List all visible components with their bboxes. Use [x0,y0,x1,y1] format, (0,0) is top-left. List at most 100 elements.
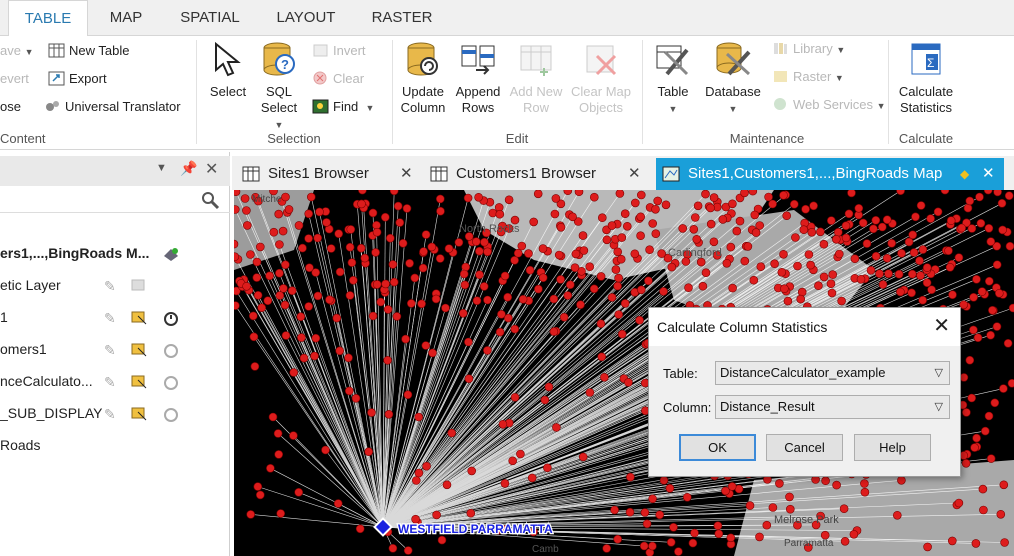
customer-point[interactable] [431,294,441,304]
customer-point[interactable] [563,291,573,300]
customer-point[interactable] [806,260,815,270]
customer-point[interactable] [984,223,994,233]
customer-point[interactable] [722,259,732,268]
customer-point[interactable] [550,209,560,219]
customer-point[interactable] [667,262,677,272]
customer-point[interactable] [389,277,399,287]
customer-point[interactable] [854,203,864,213]
customer-point[interactable] [589,284,599,294]
customer-point[interactable] [620,209,630,219]
customer-point[interactable] [437,535,447,545]
customer-point[interactable] [500,479,510,488]
customer-point[interactable] [421,230,431,239]
customer-point[interactable] [657,249,666,258]
customer-point[interactable] [721,486,730,496]
customer-point[interactable] [333,499,343,508]
close-tab-icon[interactable]: ✕ [628,158,641,190]
customer-point[interactable] [427,242,437,252]
customer-point[interactable] [841,233,851,243]
customer-point[interactable] [325,295,334,304]
customer-point[interactable] [614,273,623,283]
customer-point[interactable] [894,269,904,279]
customer-point[interactable] [538,244,548,253]
customer-point[interactable] [381,279,390,289]
customer-point[interactable] [819,239,829,249]
web-services-button[interactable]: Web Services ▼ [772,94,886,116]
customer-point[interactable] [969,325,978,335]
table-maintenance-button[interactable]: Table ▼ [650,40,696,117]
customer-point[interactable] [804,250,814,259]
customer-point[interactable] [918,295,928,305]
customer-point[interactable] [597,352,607,362]
customer-point[interactable] [503,292,513,302]
customer-point[interactable] [661,200,671,210]
universal-translator-button[interactable]: Universal Translator [44,96,181,118]
customer-point[interactable] [701,190,710,199]
customer-point[interactable] [915,256,924,265]
customer-point[interactable] [992,260,1002,269]
customer-point[interactable] [779,191,788,200]
customer-point[interactable] [403,546,413,555]
layer-cosmetic[interactable]: etic Layer ✎ [0,270,230,300]
customer-point[interactable] [922,263,932,272]
customer-point[interactable] [980,426,990,436]
customer-point[interactable] [617,233,627,242]
customer-point[interactable] [504,195,514,205]
customer-point[interactable] [345,242,355,252]
customer-point[interactable] [756,262,766,271]
layer-sites1[interactable]: 1 ✎ [0,302,230,332]
customer-point[interactable] [498,420,508,429]
customer-point[interactable] [250,362,260,371]
customer-point[interactable] [307,192,316,202]
customer-point[interactable] [709,237,719,247]
customer-point[interactable] [234,301,240,310]
customer-point[interactable] [313,233,322,243]
customer-point[interactable] [513,248,523,258]
customer-point[interactable] [692,234,702,244]
customer-point[interactable] [831,234,841,244]
customer-point[interactable] [973,333,983,342]
customer-point[interactable] [585,388,595,397]
customer-point[interactable] [311,333,321,343]
customer-point[interactable] [896,287,905,297]
customer-point[interactable] [255,242,265,252]
tab-map[interactable]: MAP [94,0,158,36]
customer-point[interactable] [372,227,382,237]
customer-point[interactable] [344,353,353,363]
customer-point[interactable] [549,327,559,336]
customer-point[interactable] [799,225,809,235]
customer-point[interactable] [435,254,445,263]
customer-point[interactable] [745,501,755,510]
customer-point[interactable] [768,503,778,512]
customer-point[interactable] [242,206,251,215]
search-icon[interactable] [200,190,220,210]
customer-point[interactable] [963,203,973,213]
customer-point[interactable] [386,233,395,243]
customer-point[interactable] [533,190,543,199]
edit-pencil-icon[interactable]: ✎ [104,310,122,326]
customer-point[interactable] [335,267,345,277]
customer-point[interactable] [368,208,378,218]
customer-point[interactable] [735,216,745,226]
customer-point[interactable] [534,284,543,294]
customer-point[interactable] [871,251,881,261]
customer-point[interactable] [442,480,452,490]
customer-point[interactable] [257,303,267,312]
customer-point[interactable] [834,249,844,259]
help-button[interactable]: Help [854,434,931,461]
customer-point[interactable] [304,234,313,243]
customer-point[interactable] [999,384,1008,393]
customer-point[interactable] [559,312,569,322]
customer-point[interactable] [249,332,259,342]
layer-bing-roads[interactable]: Roads [0,430,230,460]
customer-point[interactable] [994,289,1004,298]
customer-point[interactable] [281,331,291,340]
customer-point[interactable] [819,272,829,282]
customer-point[interactable] [551,194,561,203]
customer-point[interactable] [651,204,660,214]
customer-point[interactable] [495,327,505,337]
save-button[interactable]: ave ▼ [0,40,34,62]
customer-point[interactable] [554,250,564,260]
customer-point[interactable] [826,216,836,225]
sql-select-button[interactable]: ? SQL Select ▼ [256,40,302,133]
